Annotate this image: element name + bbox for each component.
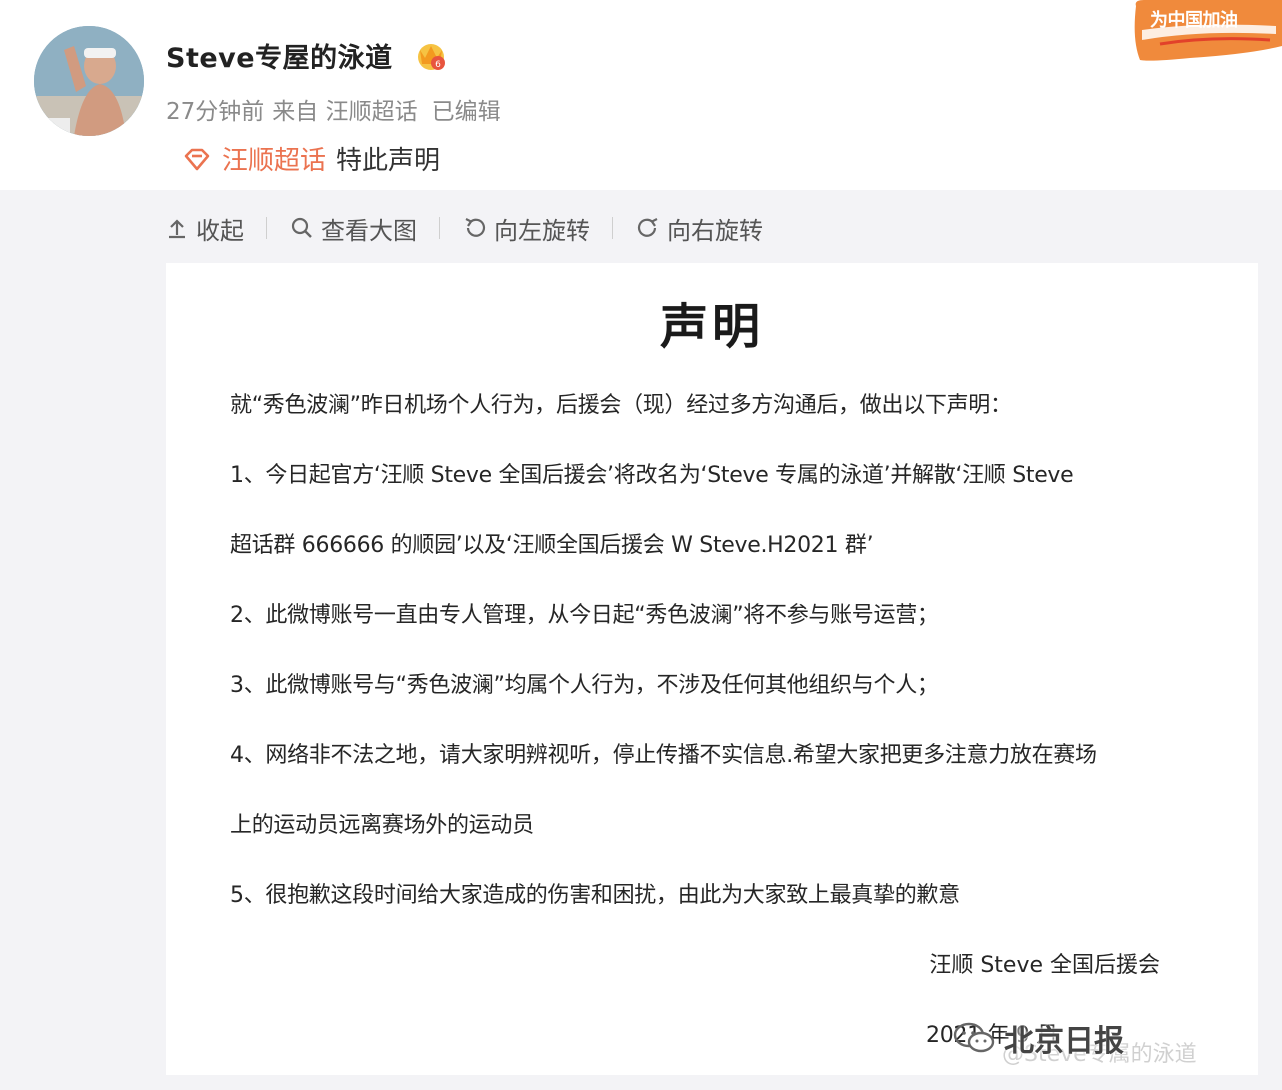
avatar-image	[34, 26, 144, 136]
svg-text:6: 6	[435, 60, 441, 70]
statement-item-3: 3、此微博账号与“秀色波澜”均属个人行为，不涉及任何其他组织与个人；	[230, 673, 939, 698]
news-watermark-text: 北京日报	[1004, 1024, 1124, 1059]
vip-crown-icon[interactable]: 6	[414, 38, 448, 72]
avatar[interactable]	[34, 26, 144, 136]
post-text: 特此声明	[336, 146, 441, 176]
edited-label: 已编辑	[431, 99, 501, 125]
search-icon	[291, 217, 312, 238]
statement-item-1-cont: 超话群 666666 的顺园’以及‘汪顺全国后援会 W Steve.H2021 …	[230, 533, 874, 558]
username[interactable]: Steve专屋的泳道	[166, 36, 393, 75]
statement-title: 声明	[659, 299, 764, 355]
post-source[interactable]: 来自 汪顺超话	[272, 92, 417, 126]
news-watermark: 北京日报	[952, 1010, 1124, 1066]
collapse-label: 收起	[196, 216, 244, 245]
rotate-left-icon	[465, 218, 486, 237]
view-large-label: 查看大图	[321, 216, 417, 245]
statement-intro: 就“秀色波澜”昨日机场个人行为，后援会（现）经过多方沟通后，做出以下声明：	[230, 393, 1012, 418]
image-toolbar: 收起 查看大图 向左旋转 向右旋转	[164, 208, 763, 248]
rotate-right-label: 向右旋转	[667, 216, 763, 245]
toolbar-divider	[266, 217, 267, 239]
wechat-icon	[953, 1022, 995, 1053]
collapse-icon	[169, 219, 185, 239]
post-meta: 27分钟前 来自 汪顺超话 已编辑	[166, 92, 501, 126]
statement-item-2: 2、此微博账号一直由专人管理，从今日起“秀色波澜”将不参与账号运营；	[230, 603, 939, 628]
statement-image[interactable]: 声明 就“秀色波澜”昨日机场个人行为，后援会（现）经过多方沟通后，做出以下声明：…	[166, 263, 1258, 1075]
post-header: Steve专屋的泳道 6 27分钟前 来自 汪顺超话 已编辑 汪顺超话 特此声明	[0, 0, 1282, 190]
post-content: 汪顺超话 特此声明	[182, 140, 440, 177]
super-topic-icon	[184, 148, 210, 170]
toolbar-divider	[439, 217, 440, 239]
collapse-button[interactable]: 收起	[164, 211, 244, 246]
rotate-right-button[interactable]: 向右旋转	[635, 211, 763, 246]
statement-item-5: 5、很抱歉这段时间给大家造成的伤害和困扰，由此为大家致上最真挚的歉意	[230, 883, 960, 908]
statement-item-1: 1、今日起官方‘汪顺 Steve 全国后援会’将改名为‘Steve 专属的泳道’…	[230, 463, 1074, 488]
post-time[interactable]: 27分钟前	[166, 92, 264, 126]
statement-signature: 汪顺 Steve 全国后援会	[929, 953, 1160, 978]
rotate-left-button[interactable]: 向左旋转	[462, 211, 590, 246]
rotate-left-label: 向左旋转	[494, 216, 590, 245]
statement-item-4: 4、网络非不法之地，请大家明辨视听，停止传播不实信息.希望大家把更多注意力放在赛…	[230, 743, 1097, 768]
rotate-right-icon	[637, 218, 658, 237]
statement-item-4-cont: 上的运动员远离赛场外的运动员	[230, 813, 534, 838]
toolbar-divider	[612, 217, 613, 239]
cheer-badge-text: 为中国加油	[1150, 10, 1238, 31]
view-large-button[interactable]: 查看大图	[289, 211, 417, 246]
super-topic-link[interactable]: 汪顺超话	[222, 140, 326, 177]
